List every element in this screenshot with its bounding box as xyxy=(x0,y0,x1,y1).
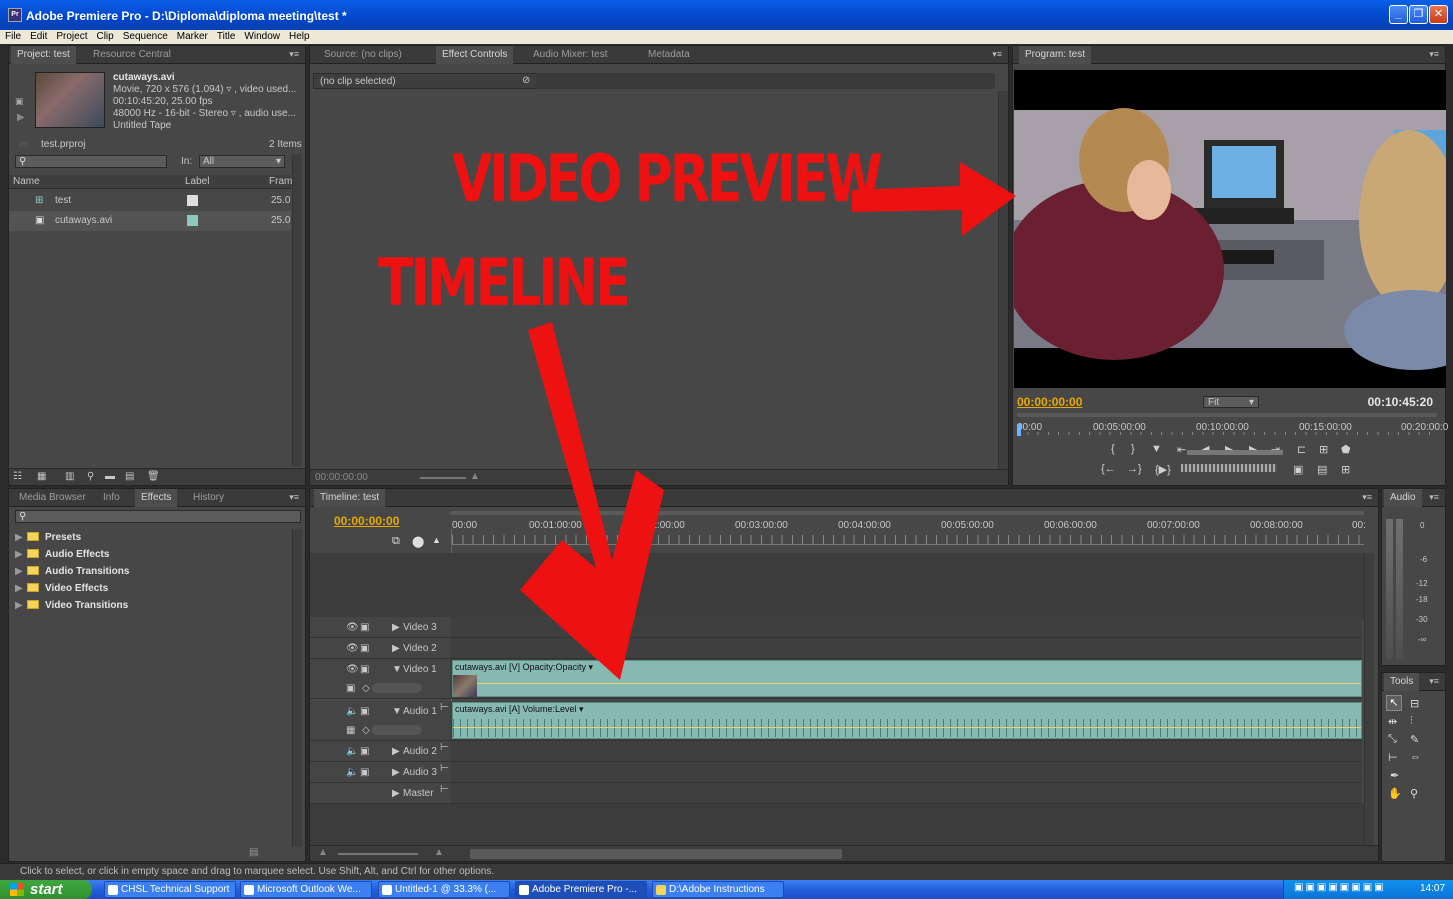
app-icon xyxy=(519,885,529,895)
annotation-arrow-right xyxy=(852,162,1016,236)
taskbar-item[interactable]: Untitled-1 @ 33.3% (... xyxy=(378,881,510,898)
taskbar-item[interactable]: Adobe Premiere Pro -... xyxy=(515,881,647,898)
tray-icons[interactable]: ▣▣▣▣▣▣▣▣ xyxy=(1294,882,1386,893)
status-bar: Click to select, or click in empty space… xyxy=(0,863,1453,880)
start-button[interactable]: start xyxy=(0,880,92,899)
windows-logo-icon xyxy=(10,883,24,896)
clock: 14:07 xyxy=(1420,883,1446,894)
app-icon xyxy=(244,885,254,895)
taskbar-item[interactable]: Microsoft Outlook We... xyxy=(240,881,372,898)
taskbar-item[interactable]: CHSL Technical Support xyxy=(104,881,236,898)
taskbar-item[interactable]: D:\Adobe Instructions xyxy=(652,881,784,898)
annotation-arrow-down xyxy=(520,322,664,680)
app-icon xyxy=(382,885,392,895)
status-text: Click to select, or click in empty space… xyxy=(20,866,495,877)
taskbar: start CHSL Technical Support Microsoft O… xyxy=(0,880,1453,899)
system-tray: ▣▣▣▣▣▣▣▣ 14:07 xyxy=(1283,880,1453,899)
annotation-arrows xyxy=(520,162,1016,680)
app-icon xyxy=(108,885,118,895)
folder-icon xyxy=(656,885,666,895)
